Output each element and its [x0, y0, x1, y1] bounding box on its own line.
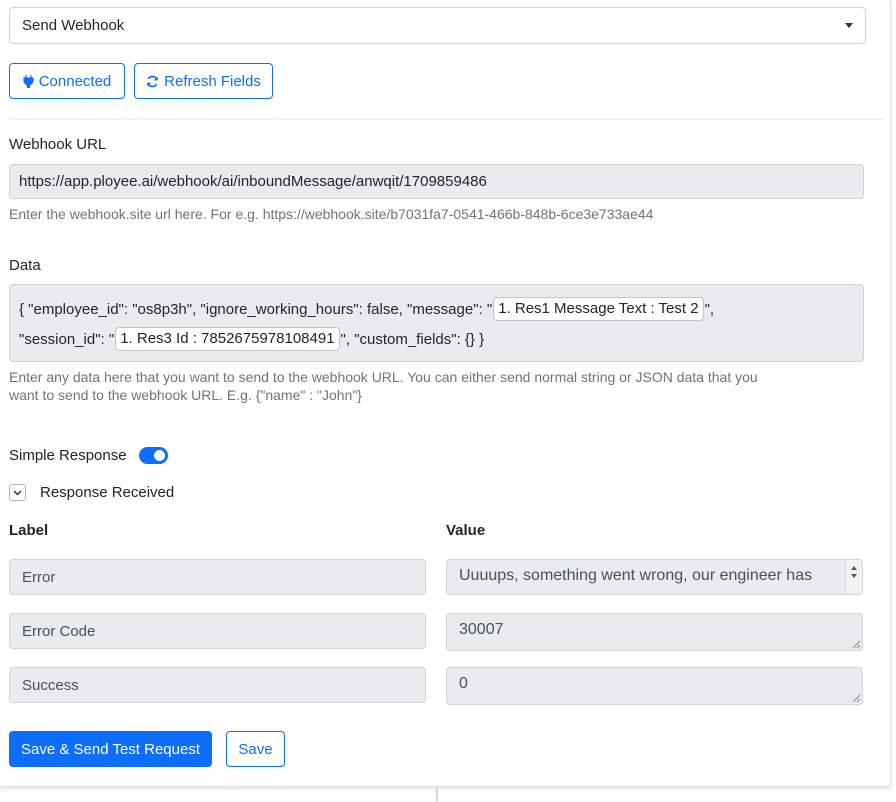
resize-handle-icon[interactable]	[852, 694, 860, 702]
refresh-fields-label: Refresh Fields	[164, 72, 261, 90]
resize-handle-icon[interactable]	[852, 640, 860, 648]
response-label-field[interactable]: Error Code	[9, 613, 426, 649]
textarea-scrollbar[interactable]	[845, 560, 862, 594]
save-and-send-test-button[interactable]: Save & Send Test Request	[9, 731, 212, 767]
chevron-down-icon[interactable]	[9, 484, 26, 501]
response-value-field[interactable]: 0	[446, 667, 863, 705]
save-label: Save	[238, 740, 273, 758]
save-button[interactable]: Save	[226, 731, 285, 767]
response-received-row[interactable]: Response Received	[9, 484, 174, 501]
refresh-fields-button[interactable]: Refresh Fields	[134, 63, 273, 99]
data-help-line-2: want to send to the webhook URL. E.g. {"…	[9, 387, 362, 403]
value-column-header: Value	[446, 522, 486, 539]
webhook-action-panel: Send Webhook Connected Refresh Fields We…	[0, 0, 891, 787]
response-label-field[interactable]: Error	[9, 559, 426, 595]
section-divider	[9, 118, 884, 120]
webhook-url-label: Webhook URL	[9, 136, 107, 153]
scroll-up-icon	[851, 566, 857, 570]
scroll-down-icon	[851, 574, 857, 578]
background-panel-edge	[0, 788, 438, 802]
simple-response-toggle[interactable]	[138, 447, 168, 464]
simple-response-label: Simple Response	[9, 447, 127, 464]
webhook-url-value: https://app.ployee.ai/webhook/ai/inbound…	[19, 173, 487, 190]
response-value-field[interactable]: 30007	[446, 613, 863, 651]
response-received-label: Response Received	[40, 484, 175, 501]
response-label-text: Error	[22, 568, 56, 586]
data-text: ",	[704, 300, 715, 318]
response-label-field[interactable]: Success	[9, 667, 426, 703]
data-help-line-1: Enter any data here that you want to sen…	[9, 369, 758, 385]
simple-response-row: Simple Response	[9, 447, 168, 464]
data-label: Data	[9, 257, 41, 274]
refresh-icon	[146, 75, 159, 88]
toggle-knob	[153, 450, 165, 461]
response-label-text: Success	[22, 676, 79, 694]
action-select-value: Send Webhook	[22, 17, 125, 34]
response-value-text: 0	[459, 675, 468, 692]
variable-pill-message[interactable]: 1. Res1 Message Text : Test 2	[493, 297, 704, 321]
action-select[interactable]: Send Webhook	[9, 7, 866, 44]
label-column-header: Label	[9, 522, 49, 539]
save-and-send-test-label: Save & Send Test Request	[20, 740, 200, 758]
data-line-2: "session_id": " 1. Res3 Id : 78526759781…	[19, 324, 863, 354]
caret-down-icon	[845, 23, 853, 28]
plug-icon	[23, 74, 34, 88]
data-text: { "employee_id": "os8p3h", "ignore_worki…	[19, 300, 493, 318]
response-value-field[interactable]: Uuuups, something went wrong, our engine…	[446, 559, 863, 595]
response-value-text: 30007	[459, 621, 504, 638]
webhook-url-help: Enter the webhook.site url here. For e.g…	[9, 206, 654, 222]
webhook-url-field[interactable]: https://app.ployee.ai/webhook/ai/inbound…	[9, 164, 864, 199]
connected-label: Connected	[38, 72, 112, 90]
response-label-text: Error Code	[22, 622, 96, 640]
data-text: "session_id": "	[19, 330, 115, 348]
response-value-text: Uuuups, something went wrong, our engine…	[459, 567, 813, 584]
connected-button[interactable]: Connected	[9, 63, 125, 99]
data-text: ", "custom_fields": {} }	[340, 330, 485, 348]
data-field[interactable]: { "employee_id": "os8p3h", "ignore_worki…	[9, 284, 864, 362]
data-line-1: { "employee_id": "os8p3h", "ignore_worki…	[19, 294, 863, 324]
variable-pill-session-id[interactable]: 1. Res3 Id : 7852675978108491	[115, 327, 340, 351]
